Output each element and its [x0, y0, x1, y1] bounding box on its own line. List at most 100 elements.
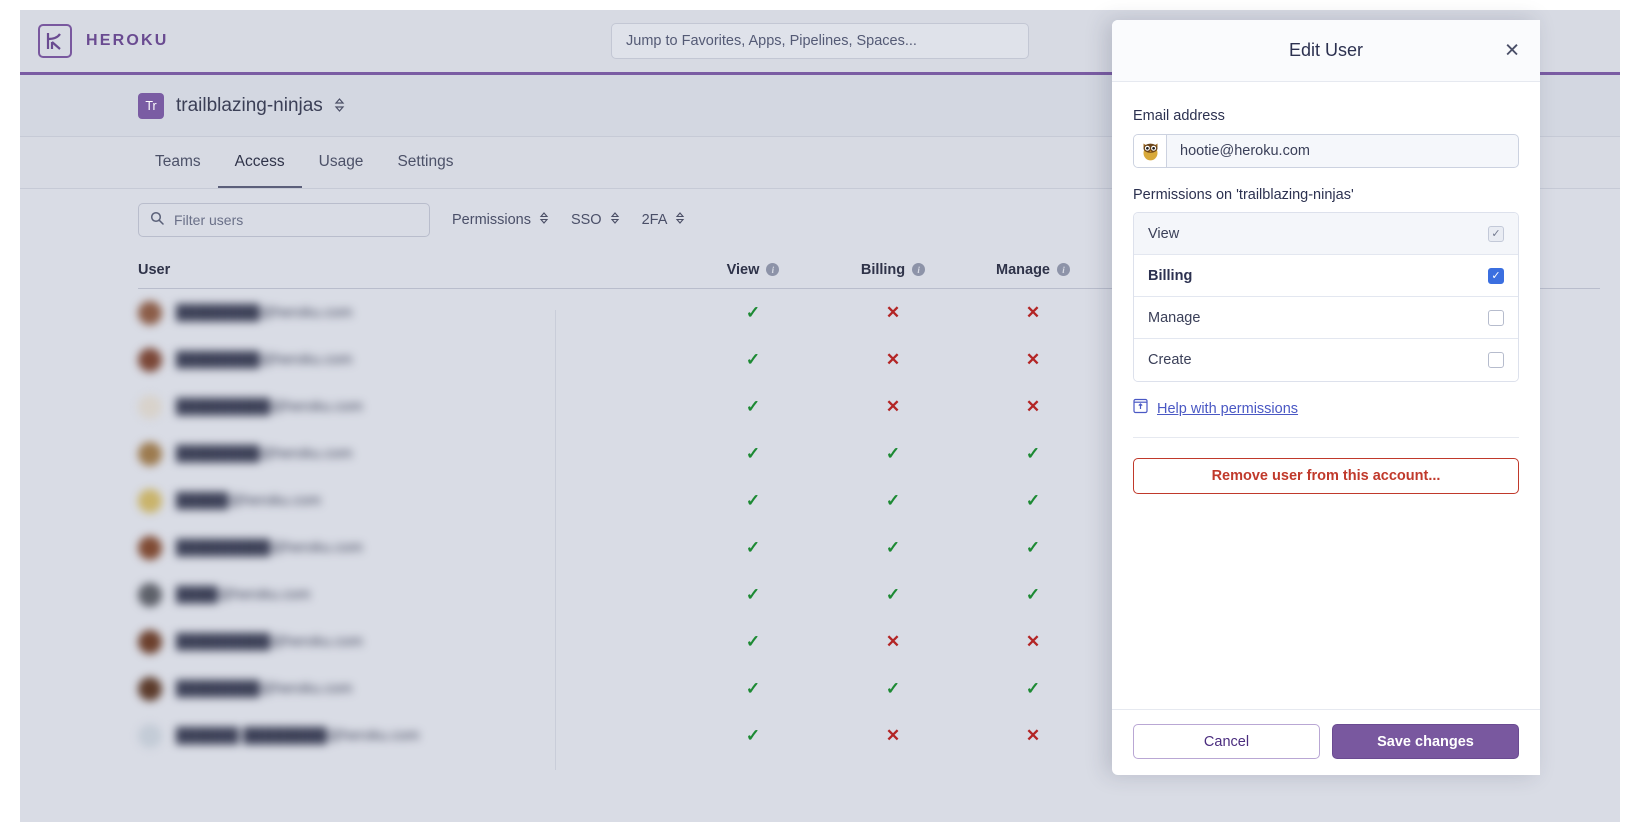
screen: HEROKU Jump to Favorites, Apps, Pipeline…	[0, 0, 1640, 836]
avatar	[138, 395, 162, 419]
permission-granted-icon: ✓	[746, 445, 760, 462]
billing-info-icon[interactable]: i	[912, 263, 925, 276]
table-cell-view: ✓	[683, 398, 823, 415]
permission-checkbox-manage[interactable]	[1488, 310, 1504, 326]
permission-checkbox-view: ✓	[1488, 226, 1504, 242]
view-info-icon[interactable]: i	[766, 263, 779, 276]
table-cell-billing: ✓	[823, 539, 963, 556]
table-cell-view: ✓	[683, 351, 823, 368]
manage-info-icon[interactable]: i	[1057, 263, 1070, 276]
permission-granted-icon: ✓	[746, 492, 760, 509]
permissions-label: Permissions on 'trailblazing-ninjas'	[1133, 187, 1519, 203]
permission-denied-icon: ✕	[886, 304, 900, 321]
cancel-button[interactable]: Cancel	[1133, 724, 1320, 759]
permission-granted-icon: ✓	[886, 586, 900, 603]
user-email: █████████@heroku.com	[176, 634, 363, 650]
global-search-placeholder: Jump to Favorites, Apps, Pipelines, Spac…	[626, 33, 917, 49]
table-cell-manage: ✓	[963, 586, 1103, 603]
sort-sso-chevron-icon	[610, 211, 620, 229]
avatar	[138, 677, 162, 701]
table-cell-view: ✓	[683, 445, 823, 462]
owl-avatar-icon	[1134, 135, 1167, 167]
table-cell-billing: ✕	[823, 351, 963, 368]
permission-row-billing[interactable]: Billing ✓	[1134, 255, 1518, 297]
avatar	[138, 301, 162, 325]
user-email: ████@heroku.com	[176, 587, 311, 603]
tab-access[interactable]: Access	[218, 137, 302, 188]
permission-row-create[interactable]: Create	[1134, 339, 1518, 381]
user-email: █████████@heroku.com	[176, 399, 363, 415]
permission-row-manage[interactable]: Manage	[1134, 297, 1518, 339]
table-cell-user: ██████ ████████@heroku.com	[138, 724, 683, 748]
permission-denied-icon: ✕	[886, 351, 900, 368]
user-email: ████████@heroku.com	[176, 446, 352, 462]
permission-row-view[interactable]: View ✓	[1134, 213, 1518, 255]
table-cell-user: ████@heroku.com	[138, 583, 683, 607]
sort-sso-label: SSO	[571, 212, 602, 228]
permission-checkbox-billing[interactable]: ✓	[1488, 268, 1504, 284]
sort-2fa[interactable]: 2FA	[642, 211, 686, 229]
help-row: Help with permissions	[1133, 398, 1519, 419]
permission-granted-icon: ✓	[1026, 492, 1040, 509]
sort-2fa-chevron-icon	[675, 211, 685, 229]
permission-granted-icon: ✓	[886, 680, 900, 697]
permission-denied-icon: ✕	[1026, 398, 1040, 415]
modal-header: Edit User ✕	[1112, 20, 1540, 82]
table-cell-billing: ✕	[823, 727, 963, 744]
table-cell-user: ████████@heroku.com	[138, 301, 683, 325]
permission-label-create: Create	[1148, 352, 1488, 368]
permission-granted-icon: ✓	[1026, 586, 1040, 603]
table-cell-view: ✓	[683, 539, 823, 556]
sort-sso[interactable]: SSO	[571, 211, 620, 229]
avatar	[138, 536, 162, 560]
permission-granted-icon: ✓	[746, 633, 760, 650]
table-cell-billing: ✓	[823, 445, 963, 462]
user-email: █████████@heroku.com	[176, 540, 363, 556]
help-with-permissions-link[interactable]: Help with permissions	[1157, 401, 1298, 417]
table-cell-manage: ✕	[963, 398, 1103, 415]
email-address-label: Email address	[1133, 108, 1519, 124]
table-cell-view: ✓	[683, 304, 823, 321]
permission-checkbox-create[interactable]	[1488, 352, 1504, 368]
column-header-manage: Manage i	[963, 262, 1103, 278]
table-cell-user: █████@heroku.com	[138, 489, 683, 513]
permission-denied-icon: ✕	[886, 633, 900, 650]
table-cell-billing: ✓	[823, 492, 963, 509]
table-cell-user: █████████@heroku.com	[138, 630, 683, 654]
team-switcher-chevron-icon[interactable]	[334, 97, 345, 115]
modal-body: Email address hootie@heroku.	[1112, 82, 1540, 709]
column-header-view: View i	[683, 262, 823, 278]
team-name[interactable]: trailblazing-ninjas	[176, 95, 323, 117]
permission-denied-icon: ✕	[1026, 727, 1040, 744]
column-header-view-label: View	[727, 262, 760, 278]
heroku-logo-icon[interactable]	[38, 24, 72, 58]
table-cell-manage: ✓	[963, 680, 1103, 697]
permission-granted-icon: ✓	[746, 351, 760, 368]
tab-teams[interactable]: Teams	[138, 137, 218, 188]
permission-granted-icon: ✓	[746, 398, 760, 415]
permission-denied-icon: ✕	[886, 727, 900, 744]
table-cell-manage: ✕	[963, 727, 1103, 744]
filter-users-input[interactable]: Filter users	[138, 203, 430, 237]
email-field[interactable]: hootie@heroku.com	[1133, 134, 1519, 168]
table-cell-view: ✓	[683, 727, 823, 744]
permission-granted-icon: ✓	[1026, 680, 1040, 697]
tab-usage[interactable]: Usage	[302, 137, 381, 188]
table-cell-view: ✓	[683, 492, 823, 509]
avatar	[138, 724, 162, 748]
sort-permissions-chevron-icon	[539, 211, 549, 229]
sort-permissions[interactable]: Permissions	[452, 211, 549, 229]
permission-granted-icon: ✓	[746, 680, 760, 697]
remove-user-button[interactable]: Remove user from this account...	[1133, 458, 1519, 494]
table-cell-view: ✓	[683, 586, 823, 603]
table-cell-user: █████████@heroku.com	[138, 536, 683, 560]
permission-label-billing: Billing	[1148, 268, 1488, 284]
table-cell-billing: ✕	[823, 398, 963, 415]
close-icon[interactable]: ✕	[1504, 41, 1520, 60]
search-icon	[150, 211, 164, 230]
global-search-input[interactable]: Jump to Favorites, Apps, Pipelines, Spac…	[611, 23, 1029, 59]
save-changes-button[interactable]: Save changes	[1332, 724, 1519, 759]
permission-denied-icon: ✕	[1026, 351, 1040, 368]
table-cell-manage: ✓	[963, 492, 1103, 509]
tab-settings[interactable]: Settings	[380, 137, 470, 188]
